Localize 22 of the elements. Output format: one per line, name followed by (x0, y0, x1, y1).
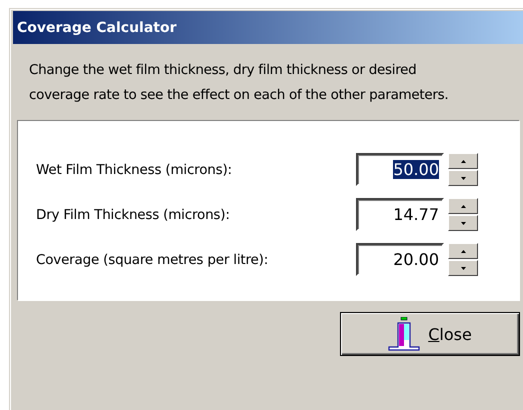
number-field[interactable]: 20.00 (356, 243, 444, 276)
down-arrow-icon (460, 222, 466, 224)
up-arrow-icon (460, 250, 466, 252)
down-arrow-icon (460, 176, 466, 180)
up-arrow-icon (460, 160, 466, 162)
close-button[interactable]: Close (340, 312, 520, 356)
up-arrow-icon (460, 204, 466, 208)
spin-up-button[interactable] (448, 198, 478, 214)
spin-down-button[interactable] (448, 215, 478, 231)
number-field[interactable]: 50.00 (356, 153, 444, 186)
field-label: Coverage (square metres per litre): (36, 252, 270, 268)
down-arrow-icon (460, 266, 466, 270)
spin-up-button[interactable] (448, 153, 478, 169)
spin-down-button[interactable] (448, 260, 478, 276)
window-title: Coverage Calculator (13, 11, 523, 44)
spin-up-button[interactable] (448, 243, 478, 259)
boot-icon (388, 317, 420, 351)
field-label: Wet Film Thickness (microns): (36, 162, 233, 178)
field-label: Dry Film Thickness (microns): (36, 206, 231, 222)
description-text: Change the wet film thickness, dry film thickness or desired coverage rate to see the effect on each of the other parameters. (28, 61, 450, 105)
spin-down-button[interactable] (448, 170, 478, 186)
number-field[interactable]: 14.77 (356, 198, 444, 231)
